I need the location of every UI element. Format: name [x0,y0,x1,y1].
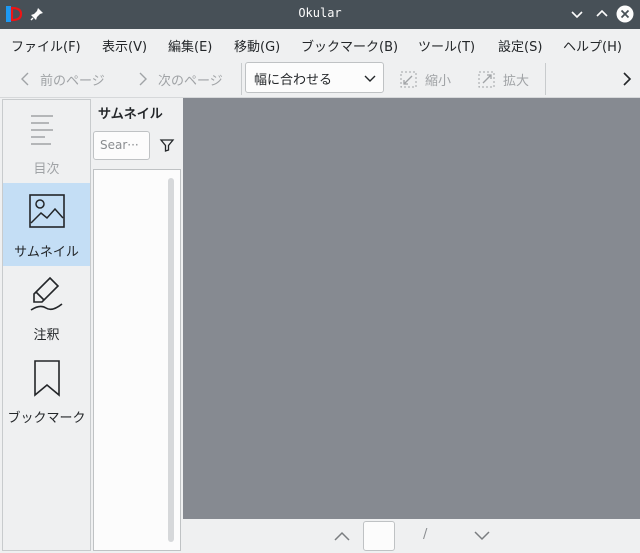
filter-icon[interactable] [159,137,175,153]
sidebar-item-thumbnails[interactable]: サムネイル [3,183,90,266]
next-page-label: 次のページ [158,73,223,89]
zoom-select[interactable]: 幅に合わせる [245,62,384,93]
menu-view[interactable]: 表示(V) [102,36,147,55]
zoom-select-value: 幅に合わせる [254,73,333,88]
panel-title: サムネイル [98,107,163,122]
menu-go[interactable]: 移動(G) [234,36,280,55]
next-page-button[interactable]: 次のページ [136,68,223,90]
maximize-icon[interactable] [593,5,611,23]
sidebar-item-label: サムネイル [14,245,79,260]
close-icon[interactable] [616,5,634,23]
sidebar-navigation: 目次 サムネイル 注釈 ブックマーク [2,99,91,551]
document-view[interactable] [183,98,640,519]
thumbnail-list[interactable] [93,169,181,551]
annotation-pen-icon [30,276,63,311]
main-toolbar: 前のページ 次のページ 幅に合わせる 縮小 拡大 [0,59,640,98]
sidebar-item-toc[interactable]: 目次 [3,100,90,183]
sidebar-item-annotations[interactable]: 注釈 [3,266,90,349]
menu-help[interactable]: ヘルプ(H) [563,36,622,55]
zoom-in-icon [478,71,495,87]
toolbar-overflow-chevron-icon[interactable] [621,71,633,87]
toc-icon [31,115,53,145]
zoom-in-button[interactable]: 拡大 [478,68,529,90]
zoom-out-label: 縮小 [425,73,452,89]
chevron-up-icon[interactable] [333,529,351,543]
previous-page-label: 前のページ [40,73,105,89]
thumbnail-image-icon [29,194,65,228]
zoom-out-button[interactable]: 縮小 [400,68,451,90]
page-navigation-bar: / [183,519,640,553]
menu-tools[interactable]: ツール(T) [418,36,475,55]
zoom-in-label: 拡大 [503,73,530,89]
thumbnail-search-input[interactable]: Sear··· [93,131,150,160]
sidebar-item-label: ブックマーク [7,411,86,426]
sidebar-item-bookmarks[interactable]: ブックマーク [3,349,90,432]
menu-bookmarks[interactable]: ブックマーク(B) [301,36,398,55]
window-title: Okular [298,6,342,20]
toolbar-separator [241,63,242,95]
page-separator: / [423,527,428,542]
zoom-out-icon [400,71,417,87]
chevron-down-icon [364,75,376,82]
bookmark-icon [34,360,60,397]
menu-edit[interactable]: 編集(E) [168,36,212,55]
minimize-icon[interactable] [568,5,586,23]
chevron-down-icon[interactable] [473,529,491,543]
thumbnail-scrollbar[interactable] [168,178,174,542]
title-bar: Okular [0,0,640,29]
sidebar-item-label: 注釈 [33,328,60,343]
chevron-left-icon [21,72,29,86]
chevron-right-icon [139,72,147,86]
thumbnails-panel: サムネイル Sear··· [91,99,183,551]
toolbar-separator [545,63,546,95]
menu-file[interactable]: ファイル(F) [11,36,81,55]
sidebar-item-label: 目次 [33,162,60,177]
menu-bar: ファイル(F) 表示(V) 編集(E) 移動(G) ブックマーク(B) ツール(… [0,29,640,59]
previous-page-button[interactable]: 前のページ [18,68,105,90]
menu-settings[interactable]: 設定(S) [498,36,542,55]
page-number-input[interactable] [363,521,395,551]
